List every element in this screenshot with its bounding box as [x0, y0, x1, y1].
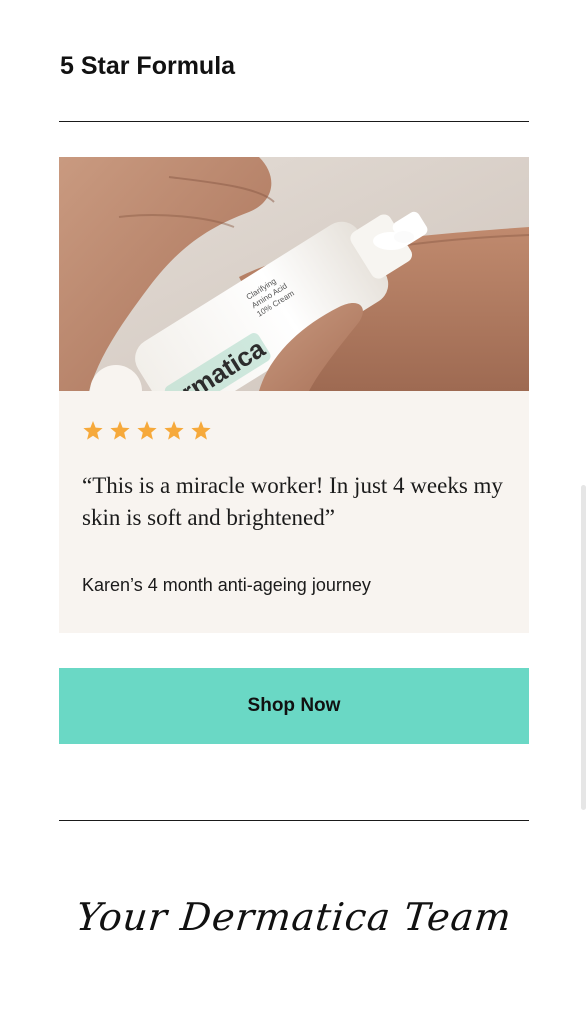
review-author: Karen’s 4 month anti-ageing journey — [82, 575, 371, 595]
scrollbar[interactable] — [581, 485, 586, 810]
top-divider — [59, 121, 529, 122]
bottom-divider — [59, 820, 529, 821]
signature: Your Dermatica Team — [74, 895, 514, 939]
star-rating — [81, 419, 213, 443]
product-photo: rmatica Clarifying Amino Acid 10% Cream — [59, 157, 529, 391]
review-quote: “This is a miracle worker! In just 4 wee… — [82, 473, 503, 530]
email-page: 5 Star Formula rmatica Clarifying Amino … — [0, 0, 588, 1024]
product-illustration: rmatica Clarifying Amino Acid 10% Cream — [59, 157, 529, 391]
shop-now-button[interactable]: Shop Now — [59, 668, 529, 744]
star-icon — [110, 421, 130, 440]
star-icon — [137, 421, 157, 440]
review-card: rmatica Clarifying Amino Acid 10% Cream … — [59, 157, 529, 633]
star-icon — [191, 421, 211, 440]
star-icon — [164, 421, 184, 440]
section-title: 5 Star Formula — [60, 52, 236, 80]
star-icon — [83, 421, 103, 440]
